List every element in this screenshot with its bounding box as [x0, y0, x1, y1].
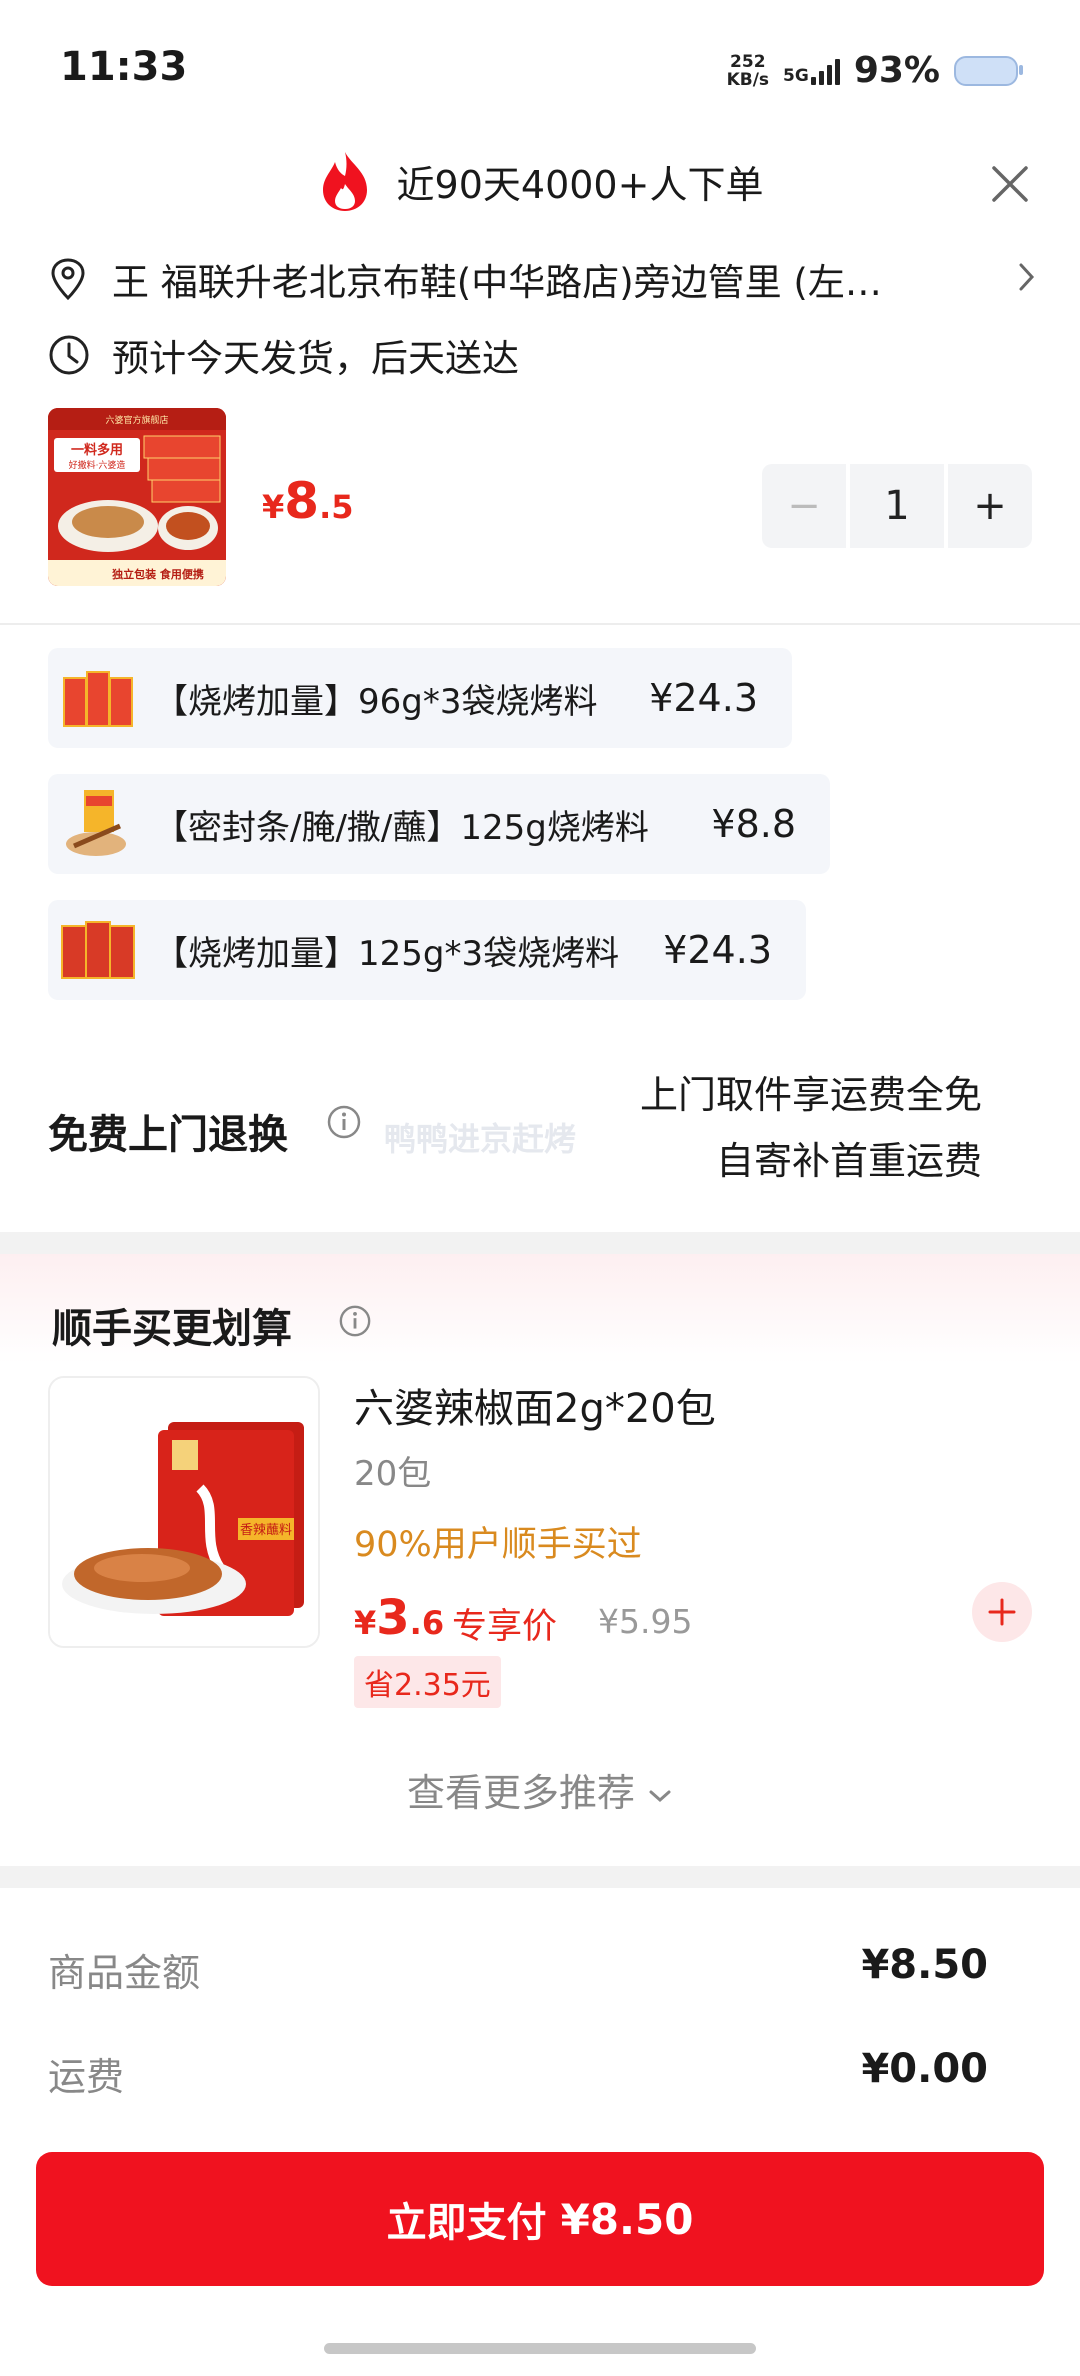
signal-bars-icon — [810, 57, 840, 85]
variant-name: 【密封条/腌/撒/蘸】125g烧烤料 — [154, 807, 649, 848]
variant-price: ¥24.3 — [649, 676, 758, 720]
thumb-label-0: 六婆官方旗舰店 — [105, 414, 168, 426]
address-text: 王 福联升老北京布鞋(中华路店)旁边管里 (左… — [112, 261, 882, 304]
savings-badge: 省2.35元 — [354, 1656, 501, 1708]
pack-label: 香辣蘸料 — [240, 1523, 292, 1538]
pay-amount: ¥8.50 — [560, 2194, 694, 2244]
see-more-label: 查看更多推荐 — [406, 1771, 635, 1815]
thumb-label-3: 独立包装 食用便携 — [111, 567, 204, 581]
address-row[interactable]: 王 福联升老北京布鞋(中华路店)旁边管里 (左… — [48, 252, 1038, 306]
goods-amount-value: ¥8.50 — [861, 1942, 988, 1988]
free-return-title: 免费上门退换 — [48, 1112, 288, 1158]
variant-image — [60, 786, 136, 862]
see-more-recommend[interactable]: 查看更多推荐 — [0, 1762, 1080, 1817]
quantity-value[interactable]: 1 — [850, 464, 944, 548]
variant-option-3[interactable]: 【烧烤加量】125g*3袋烧烤料 ¥24.3 — [48, 900, 806, 1000]
battery-percent: 93% — [853, 50, 940, 91]
product-thumbnail[interactable]: 一料多用 好撒料·六婆造 六婆官方旗舰店 独立包装 食用便携 — [48, 408, 226, 586]
product-image: 一料多用 好撒料·六婆造 六婆官方旗舰店 独立包装 食用便携 — [48, 408, 226, 586]
price-decimal: .5 — [319, 488, 354, 526]
pay-now-button[interactable]: 立即支付 ¥8.50 — [36, 2152, 1044, 2286]
decrease-quantity-button[interactable]: − — [762, 464, 846, 548]
fire-icon — [322, 152, 367, 211]
product-price: ¥8.5 — [262, 472, 353, 530]
variant-name: 【烧烤加量】125g*3袋烧烤料 — [154, 933, 620, 974]
net-speed-unit: KB/s — [726, 69, 770, 90]
thumb-label-1: 一料多用 — [71, 442, 123, 458]
section-divider — [0, 1232, 1080, 1254]
section-divider — [0, 1866, 1080, 1888]
chevron-down-icon — [649, 1790, 671, 1802]
shipping-fee-label: 运费 — [48, 2055, 125, 2099]
price-integer: 3 — [376, 1590, 410, 1646]
price-integer: 8 — [284, 472, 320, 530]
recommend-title: 顺手买更划算 — [52, 1306, 292, 1352]
variant-image — [60, 912, 136, 988]
info-icon[interactable] — [338, 1304, 372, 1342]
location-pin-icon — [51, 258, 85, 301]
cell-signal: 5G — [783, 57, 840, 85]
add-recommend-button[interactable] — [972, 1582, 1032, 1642]
recommend-popularity: 90%用户顺手买过 — [354, 1525, 642, 1565]
shipping-row: 预计今天发货，后天送达 — [48, 328, 519, 382]
thumb-label-2: 好撒料·六婆造 — [69, 459, 126, 471]
increase-quantity-button[interactable]: + — [948, 464, 1032, 548]
home-indicator[interactable] — [324, 2343, 756, 2354]
return-policy-line1: 上门取件享运费全免 — [639, 1073, 982, 1117]
variant-option-1[interactable]: 【烧烤加量】96g*3袋烧烤料 ¥24.3 — [48, 648, 792, 748]
original-price: ¥5.95 — [598, 1602, 693, 1641]
price-currency: ¥ — [354, 1604, 377, 1642]
recommend-item-name[interactable]: 六婆辣椒面2g*20包 — [354, 1376, 716, 1434]
recommend-item-image[interactable]: 香辣蘸料 — [48, 1376, 320, 1648]
goods-amount-label: 商品金额 — [48, 1951, 201, 1995]
quantity-stepper: − 1 + — [762, 464, 1032, 548]
info-icon[interactable] — [326, 1104, 362, 1144]
close-button[interactable] — [988, 162, 1032, 206]
variant-name: 【烧烤加量】96g*3袋烧烤料 — [154, 681, 598, 722]
watermark-text: 鸭鸭进京赶烤 — [384, 1120, 577, 1158]
clock-icon — [49, 335, 89, 375]
variant-price: ¥8.8 — [711, 802, 796, 846]
variant-price: ¥24.3 — [663, 928, 772, 972]
price-decimal: .6 — [409, 1604, 445, 1642]
shipping-fee-value: ¥0.00 — [861, 2046, 988, 2092]
battery-icon — [954, 55, 1023, 86]
pay-label: 立即支付 — [386, 2200, 547, 2246]
status-indicators: 252 KB/s 5G 93% — [727, 50, 1023, 91]
price-currency: ¥ — [262, 488, 285, 526]
recommend-price: ¥3.6 — [354, 1590, 444, 1646]
network-type: 5G — [783, 65, 809, 86]
hot-banner: 近90天4000+人下单 — [0, 150, 1080, 212]
exclusive-price-tag: 专享价 — [452, 1607, 558, 1647]
status-time: 11:33 — [60, 44, 188, 90]
return-policy-line2: 自寄补首重运费 — [715, 1139, 982, 1183]
net-speed-value: 252 — [730, 51, 766, 72]
plus-icon — [988, 1598, 1016, 1626]
return-policy: 上门取件享运费全免 自寄补首重运费 — [640, 1062, 982, 1194]
shipping-text: 预计今天发货，后天送达 — [112, 337, 519, 380]
recommend-item-spec: 20包 — [354, 1454, 432, 1494]
close-icon — [992, 166, 1028, 202]
variant-image — [60, 660, 136, 736]
divider — [0, 623, 1080, 625]
chevron-right-icon — [1019, 263, 1035, 291]
hot-text: 近90天4000+人下单 — [396, 162, 764, 207]
net-speed: 252 KB/s — [727, 53, 769, 89]
variant-option-2[interactable]: 【密封条/腌/撒/蘸】125g烧烤料 ¥8.8 — [48, 774, 830, 874]
